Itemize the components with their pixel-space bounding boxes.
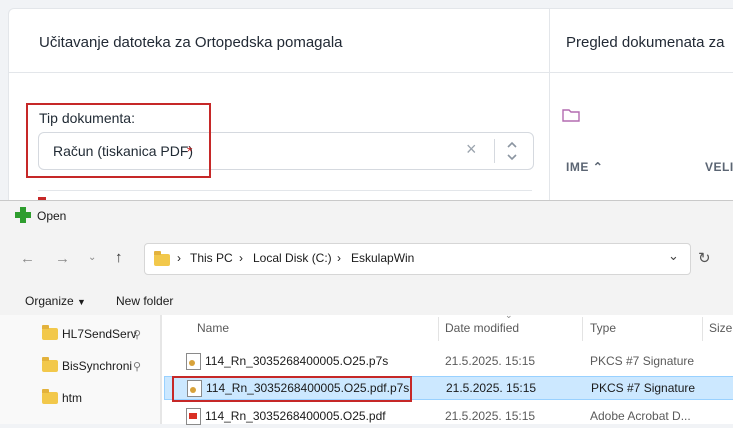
panel-header-divider xyxy=(9,72,733,73)
sidebar-item-bissynchroni[interactable]: BisSynchroni xyxy=(62,359,132,373)
folder-icon[interactable] xyxy=(562,107,580,127)
certificate-file-icon xyxy=(186,353,201,370)
up-arrow-icon[interactable]: ↑ xyxy=(115,249,123,266)
column-header-name[interactable]: Name xyxy=(197,321,229,335)
column-header-date[interactable]: Date modified xyxy=(445,321,519,335)
selected-file-highlight xyxy=(172,376,412,402)
crumb-separator: › xyxy=(337,251,341,265)
sidebar-item-hl7sendserv[interactable]: HL7SendServ xyxy=(62,327,137,341)
file-row[interactable]: 114_Rn_3035268400005.O25.pdf 21.5.2025. … xyxy=(164,404,733,428)
doc-type-highlight xyxy=(26,103,211,178)
file-name: 114_Rn_3035268400005.O25.p7s xyxy=(205,354,389,368)
column-header-name[interactable]: IME ⌃ xyxy=(566,160,603,174)
clear-icon[interactable]: × xyxy=(466,139,477,160)
recent-chevron-icon[interactable]: ⌄ xyxy=(88,252,96,263)
address-bar[interactable]: › This PC › Local Disk (C:) › EskulapWin… xyxy=(144,243,691,275)
sidebar-item-htm[interactable]: htm xyxy=(62,391,82,405)
column-header-type[interactable]: Type xyxy=(590,321,616,335)
sort-indicator-icon: ⌄ xyxy=(505,310,513,320)
pin-icon[interactable]: ⚲ xyxy=(133,360,141,373)
dialog-title: Open xyxy=(37,209,67,223)
dropdown-caret-icon: ▼ xyxy=(77,297,86,307)
crumb-separator: › xyxy=(177,251,181,265)
file-row[interactable]: 114_Rn_3035268400005.O25.p7s 21.5.2025. … xyxy=(164,349,733,373)
updown-chevron-icon[interactable] xyxy=(505,137,519,165)
folder-icon xyxy=(42,325,58,340)
folder-icon xyxy=(154,251,170,266)
pdf-file-icon xyxy=(186,408,201,425)
column-divider xyxy=(438,317,439,341)
sort-asc-icon: ⌃ xyxy=(592,160,604,174)
file-type: Adobe Acrobat D... xyxy=(590,409,691,423)
refresh-icon[interactable]: ↻ xyxy=(698,249,711,267)
app-cross-icon xyxy=(15,207,31,228)
organize-button[interactable]: Organize ▼ xyxy=(25,294,86,308)
folder-icon xyxy=(42,389,58,404)
divider xyxy=(494,139,495,163)
next-field-edge xyxy=(38,190,532,191)
file-date: 21.5.2025. 15:15 xyxy=(445,354,536,368)
forward-arrow-icon[interactable]: → xyxy=(55,250,70,267)
breadcrumb-this-pc[interactable]: This PC xyxy=(190,251,233,265)
address-dropdown-icon[interactable]: ⌄ xyxy=(668,248,679,264)
folder-icon xyxy=(42,357,58,372)
file-date: 21.5.2025. 15:15 xyxy=(446,381,537,395)
new-folder-button[interactable]: New folder xyxy=(116,294,173,308)
upload-panel-title: Učitavanje datoteka za Ortopedska pomaga… xyxy=(39,34,343,51)
file-type: PKCS #7 Signature xyxy=(590,354,695,368)
column-divider xyxy=(582,317,583,341)
documents-panel-title: Pregled dokumenata za xyxy=(566,34,725,51)
file-type: PKCS #7 Signature xyxy=(591,381,696,395)
file-date: 21.5.2025. 15:15 xyxy=(445,409,536,423)
scrollbar-track[interactable] xyxy=(160,315,162,424)
column-header-size[interactable]: Size xyxy=(709,321,732,335)
column-header-size[interactable]: VELI xyxy=(705,160,733,174)
open-dialog: Open ← → ⌄ ↑ › This PC › Local Disk (C:)… xyxy=(0,200,733,425)
back-arrow-icon[interactable]: ← xyxy=(20,250,35,267)
column-divider xyxy=(702,317,703,341)
breadcrumb-local-disk[interactable]: Local Disk (C:) xyxy=(253,251,332,265)
pin-icon[interactable]: ⚲ xyxy=(133,328,141,341)
breadcrumb-eskulapwin[interactable]: EskulapWin xyxy=(351,251,414,265)
file-name: 114_Rn_3035268400005.O25.pdf xyxy=(205,409,386,423)
crumb-separator: › xyxy=(239,251,243,265)
